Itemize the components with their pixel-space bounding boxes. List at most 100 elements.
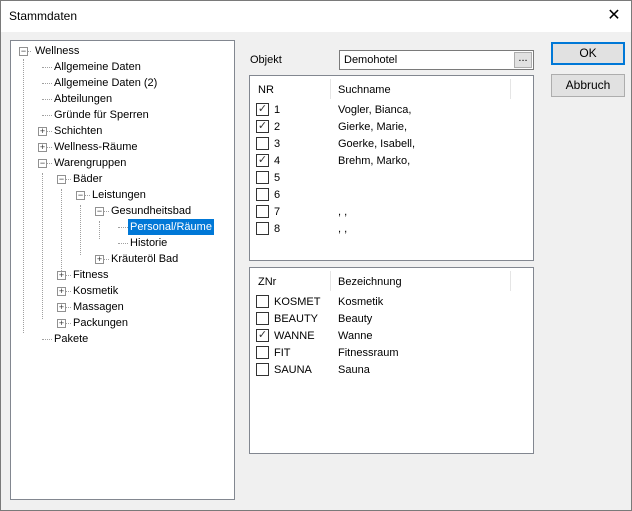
title-bar: Stammdaten ✕ [1, 1, 631, 32]
checkbox-checked[interactable]: ✓ [256, 120, 269, 133]
checkbox-checked[interactable]: ✓ [256, 103, 269, 116]
tree-item[interactable]: − Leistungen [11, 187, 231, 203]
checkbox[interactable] [256, 137, 269, 150]
tree-item-label[interactable]: Gesundheitsbad [109, 203, 193, 219]
tree-item-label[interactable]: Warengruppen [52, 155, 128, 171]
tree-item-label[interactable]: Wellness-Räume [52, 139, 140, 155]
collapse-icon[interactable]: − [38, 159, 47, 168]
close-icon[interactable]: ✕ [603, 5, 625, 27]
object-field[interactable]: Demohotel ... [339, 50, 534, 70]
window-title: Stammdaten [9, 9, 78, 23]
expand-icon[interactable]: + [38, 127, 47, 136]
tree-item-label[interactable]: Bäder [71, 171, 104, 187]
ok-button[interactable]: OK [551, 42, 625, 65]
checkbox[interactable] [256, 171, 269, 184]
tree-item[interactable]: Historie [11, 235, 231, 251]
expand-icon[interactable]: + [57, 319, 66, 328]
column-header-znr[interactable]: ZNr [258, 274, 276, 290]
column-header-nr[interactable]: NR [258, 82, 274, 98]
list-row[interactable]: 7 , , [250, 204, 530, 220]
tree-item[interactable]: − Gesundheitsbad [11, 203, 231, 219]
collapse-icon[interactable]: − [95, 207, 104, 216]
tree-item[interactable]: + Kräuteröl Bad [11, 251, 231, 267]
tree-item-label[interactable]: Historie [128, 235, 169, 251]
list-row[interactable]: ✓ 1 Vogler, Bianca, [250, 102, 530, 118]
checkbox[interactable] [256, 222, 269, 235]
tree-item[interactable]: + Massagen [11, 299, 231, 315]
tree-item[interactable]: − Bäder [11, 171, 231, 187]
person-name: Gierke, Marie, [338, 121, 408, 133]
checkbox-checked[interactable]: ✓ [256, 154, 269, 167]
column-header-suchname[interactable]: Suchname [338, 82, 391, 98]
checkbox[interactable] [256, 205, 269, 218]
list-row[interactable]: SAUNA Sauna [250, 362, 530, 378]
tree-item-label[interactable]: Allgemeine Daten [52, 59, 143, 75]
tree-item-label[interactable]: Gründe für Sperren [52, 107, 151, 123]
checkbox[interactable] [256, 346, 269, 359]
tree-item[interactable]: Personal/Räume [11, 219, 231, 235]
list-row[interactable]: 5 [250, 170, 530, 186]
list-row[interactable]: 8 , , [250, 221, 530, 237]
expand-icon[interactable]: + [38, 143, 47, 152]
cancel-button[interactable]: Abbruch [551, 74, 625, 97]
list-row[interactable]: ✓ 4 Brehm, Marko, [250, 153, 530, 169]
expand-icon[interactable]: + [57, 303, 66, 312]
tree-item[interactable]: Pakete [11, 331, 231, 347]
room-code: WANNE [274, 330, 315, 342]
persons-list[interactable]: NR Suchname ✓ 1 Vogler, Bianca, ✓ 2 Gierke, M… [249, 75, 534, 261]
tree-item[interactable]: Allgemeine Daten (2) [11, 75, 231, 91]
tree-item-label[interactable]: Pakete [52, 331, 90, 347]
tree-item[interactable]: + Fitness [11, 267, 231, 283]
tree-item-label[interactable]: Massagen [71, 299, 126, 315]
tree-item[interactable]: − Warengruppen [11, 155, 231, 171]
tree-item-label[interactable]: Personal/Räume [128, 219, 214, 235]
rooms-list[interactable]: ZNr Bezeichnung KOSMET Kosmetik BEAUTY Beau… [249, 267, 534, 454]
tree-item-label[interactable]: Abteilungen [52, 91, 114, 107]
list-row[interactable]: ✓ WANNE Wanne [250, 328, 530, 344]
collapse-icon[interactable]: − [57, 175, 66, 184]
room-code: KOSMET [274, 296, 321, 308]
room-code: SAUNA [274, 364, 312, 376]
tree-item-label[interactable]: Wellness [33, 43, 81, 59]
object-value: Demohotel [344, 54, 398, 66]
object-browse-button[interactable]: ... [514, 52, 532, 68]
list-row[interactable]: 3 Goerke, Isabell, [250, 136, 530, 152]
tree-item[interactable]: + Packungen [11, 315, 231, 331]
person-name: , , [338, 206, 348, 218]
person-nr: 3 [274, 138, 281, 150]
list-row[interactable]: ✓ 2 Gierke, Marie, [250, 119, 530, 135]
column-divider [330, 79, 331, 99]
tree-item-label[interactable]: Schichten [52, 123, 104, 139]
tree-item-label[interactable]: Kräuteröl Bad [109, 251, 180, 267]
tree-item[interactable]: Gründe für Sperren [11, 107, 231, 123]
person-name: Goerke, Isabell, [338, 138, 416, 150]
tree-item-label[interactable]: Packungen [71, 315, 130, 331]
expand-icon[interactable]: + [57, 271, 66, 280]
checkbox[interactable] [256, 188, 269, 201]
tree-item-label[interactable]: Allgemeine Daten (2) [52, 75, 159, 91]
list-row[interactable]: FIT Fitnessraum [250, 345, 530, 361]
collapse-icon[interactable]: − [19, 47, 28, 56]
column-header-bezeichnung[interactable]: Bezeichnung [338, 274, 402, 290]
tree-item[interactable]: + Kosmetik [11, 283, 231, 299]
tree-view[interactable]: − Wellness Allgemeine Daten Allgemeine Date… [10, 40, 235, 500]
expand-icon[interactable]: + [95, 255, 104, 264]
checkbox[interactable] [256, 295, 269, 308]
tree-item-label[interactable]: Leistungen [90, 187, 148, 203]
checkbox[interactable] [256, 363, 269, 376]
room-code: BEAUTY [274, 313, 319, 325]
tree-item[interactable]: + Schichten [11, 123, 231, 139]
tree-item[interactable]: Allgemeine Daten [11, 59, 231, 75]
checkbox-checked[interactable]: ✓ [256, 329, 269, 342]
expand-icon[interactable]: + [57, 287, 66, 296]
collapse-icon[interactable]: − [76, 191, 85, 200]
list-row[interactable]: 6 [250, 187, 530, 203]
tree-item-label[interactable]: Fitness [71, 267, 110, 283]
tree-item[interactable]: − Wellness [11, 43, 231, 59]
list-row[interactable]: KOSMET Kosmetik [250, 294, 530, 310]
tree-item[interactable]: Abteilungen [11, 91, 231, 107]
checkbox[interactable] [256, 312, 269, 325]
tree-item-label[interactable]: Kosmetik [71, 283, 120, 299]
tree-item[interactable]: + Wellness-Räume [11, 139, 231, 155]
list-row[interactable]: BEAUTY Beauty [250, 311, 530, 327]
